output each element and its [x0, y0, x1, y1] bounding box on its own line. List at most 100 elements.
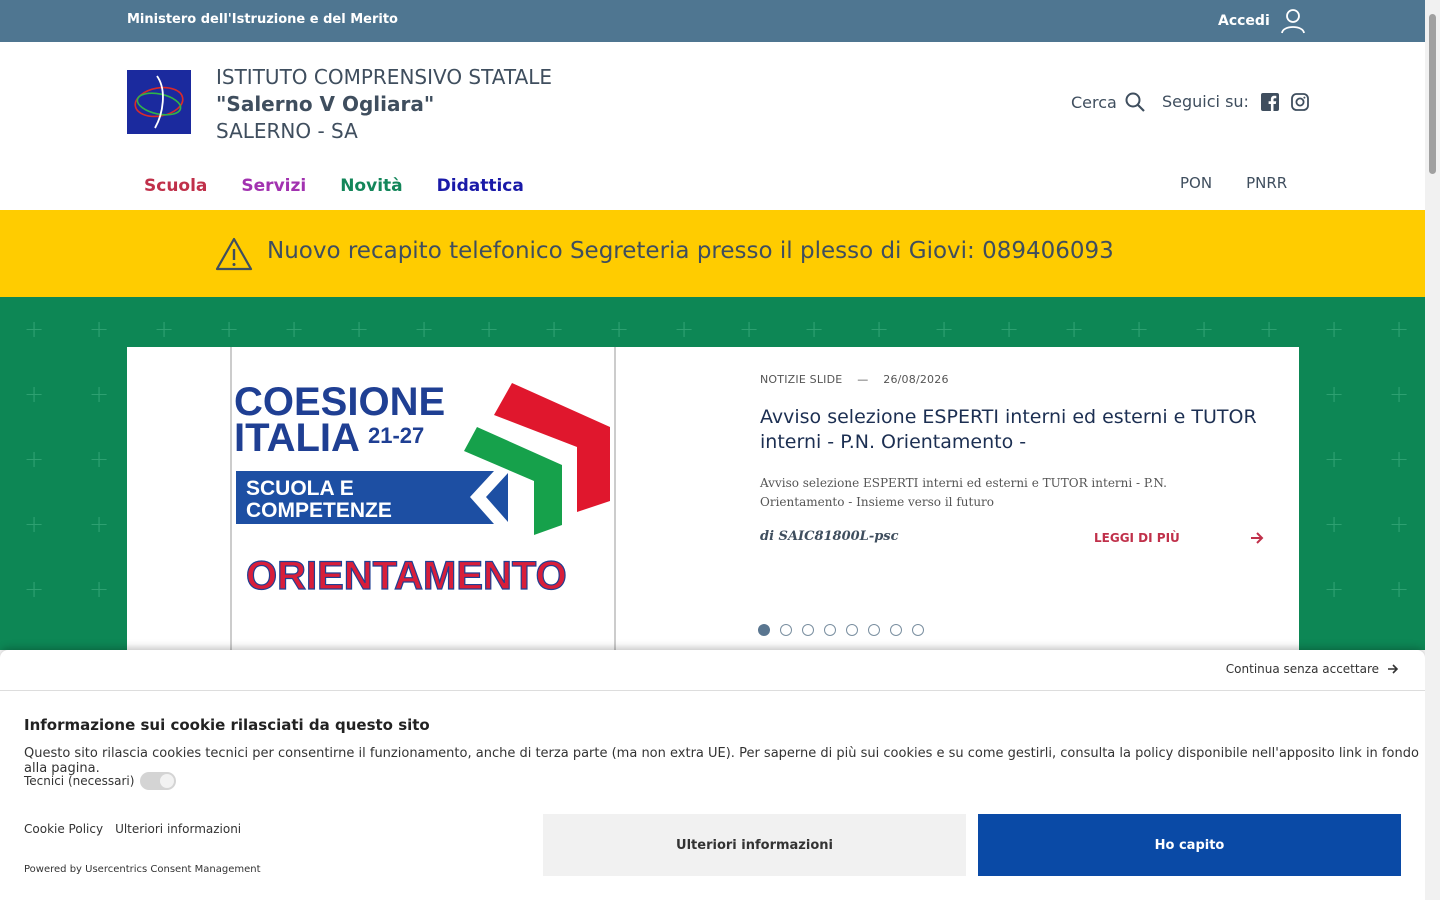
pattern-plus: + — [89, 380, 110, 408]
pattern-plus: + — [1389, 315, 1410, 343]
top-bar: Ministero dell'Istruzione e del Merito A… — [0, 0, 1425, 42]
arrow-right-icon — [1388, 664, 1399, 674]
pattern-plus: + — [219, 315, 240, 343]
school-type: ISTITUTO COMPRENSIVO STATALE — [216, 65, 553, 89]
cookie-banner: Continua senza accettare Informazione su… — [0, 650, 1425, 900]
image-line2-suffix: 21-27 — [368, 423, 424, 448]
slide-author: di SAIC81800L-psc — [760, 529, 899, 544]
logo-emblem-icon — [134, 75, 184, 129]
hero-section: ++++++++++++++++++++++++++++++++++++++++… — [0, 297, 1425, 650]
scrollbar[interactable] — [1425, 0, 1440, 900]
nav-item-didattica[interactable]: Didattica — [437, 176, 524, 196]
pattern-plus: + — [24, 510, 45, 538]
cookie-policy-link[interactable]: Cookie Policy — [24, 822, 103, 836]
slide-image[interactable]: COESIONE ITALIA 21-27 SCUOLA E COMPETENZ… — [230, 347, 616, 650]
nav-item-novita[interactable]: Novità — [340, 176, 402, 196]
pattern-plus: + — [349, 315, 370, 343]
pattern-plus: + — [1064, 315, 1085, 343]
slide-title[interactable]: Avviso selezione ESPERTI interni ed este… — [760, 405, 1260, 455]
continue-without-accepting[interactable]: Continua senza accettare — [1226, 662, 1399, 676]
coesione-orientamento-image: COESIONE ITALIA 21-27 SCUOLA E COMPETENZ… — [234, 380, 610, 599]
pattern-plus: + — [24, 380, 45, 408]
instagram-icon[interactable] — [1291, 92, 1309, 111]
slide-dot[interactable] — [868, 624, 880, 636]
ministry-link[interactable]: Ministero dell'Istruzione e del Merito — [127, 12, 398, 27]
slide-pagination — [758, 624, 924, 636]
slide-meta: NOTIZIE SLIDE — 26/08/2026 — [760, 373, 949, 386]
technical-toggle[interactable] — [140, 772, 177, 790]
arrow-right-icon — [1250, 532, 1264, 544]
scrollbar-thumb[interactable] — [1429, 14, 1436, 174]
pattern-plus: + — [609, 315, 630, 343]
follow-label: Seguici su: — [1162, 92, 1249, 111]
continue-label: Continua senza accettare — [1225, 662, 1379, 676]
pattern-plus: + — [24, 445, 45, 473]
technical-label: Tecnici (necessari) — [24, 774, 135, 788]
search-icon — [1125, 92, 1145, 112]
cookie-technical-row: Tecnici (necessari) — [24, 772, 177, 790]
slide-dot[interactable] — [802, 624, 814, 636]
pattern-plus: + — [869, 315, 890, 343]
nav-item-scuola[interactable]: Scuola — [144, 176, 207, 196]
cookie-divider — [0, 690, 1425, 691]
search-button[interactable]: Cerca — [1071, 92, 1145, 112]
pattern-plus: + — [804, 315, 825, 343]
cookie-heading: Informazione sui cookie rilasciati da qu… — [24, 716, 430, 734]
secondary-nav: PON PNRR — [1180, 174, 1287, 192]
image-box-line2: COMPETENZE — [246, 499, 392, 522]
slide-description: Avviso selezione ESPERTI interni ed este… — [760, 476, 1167, 509]
pattern-plus: + — [154, 315, 175, 343]
meta-separator: — — [846, 373, 880, 386]
school-logo[interactable] — [127, 70, 191, 134]
facebook-icon[interactable] — [1260, 92, 1279, 111]
main-nav: Scuola Servizi Novità Didattica — [144, 176, 524, 196]
cookie-body: Questo sito rilascia cookies tecnici per… — [24, 746, 1419, 776]
pattern-plus: + — [1389, 380, 1410, 408]
pattern-plus: + — [1389, 510, 1410, 538]
accept-button[interactable]: Ho capito — [978, 814, 1401, 876]
pattern-plus: + — [1194, 315, 1215, 343]
slide-dot[interactable] — [780, 624, 792, 636]
pattern-plus: + — [24, 315, 45, 343]
image-bottom: ORIENTAMENTO — [246, 554, 567, 598]
pattern-plus: + — [1324, 315, 1345, 343]
login-button[interactable]: Accedi — [1218, 8, 1306, 34]
pattern-plus: + — [934, 315, 955, 343]
alert-banner: Nuovo recapito telefonico Segreteria pre… — [0, 210, 1425, 297]
slide-dot[interactable] — [846, 624, 858, 636]
pattern-plus: + — [1389, 445, 1410, 473]
pattern-plus: + — [1324, 445, 1345, 473]
pattern-plus: + — [544, 315, 565, 343]
pattern-plus: + — [1324, 575, 1345, 603]
login-label: Accedi — [1218, 13, 1270, 29]
slide-date: 26/08/2026 — [883, 373, 949, 386]
school-title[interactable]: ISTITUTO COMPRENSIVO STATALE "Salerno V … — [216, 64, 552, 145]
nav-item-servizi[interactable]: Servizi — [241, 176, 306, 196]
site-header: ISTITUTO COMPRENSIVO STATALE "Salerno V … — [0, 42, 1425, 210]
search-label: Cerca — [1071, 92, 1117, 112]
pattern-plus: + — [414, 315, 435, 343]
pattern-plus: + — [89, 315, 110, 343]
pattern-plus: + — [1324, 380, 1345, 408]
slide-dot[interactable] — [758, 624, 770, 636]
alert-text[interactable]: Nuovo recapito telefonico Segreteria pre… — [267, 238, 1114, 264]
school-city: SALERNO - SA — [216, 119, 358, 143]
read-more-link[interactable]: LEGGI DI PIÙ — [1094, 531, 1264, 545]
more-info-button[interactable]: Ulteriori informazioni — [543, 814, 966, 876]
pattern-plus: + — [1129, 315, 1150, 343]
pattern-plus: + — [89, 510, 110, 538]
school-name: "Salerno V Ogliara" — [216, 92, 435, 116]
pattern-plus: + — [24, 575, 45, 603]
nav-item-pon[interactable]: PON — [1180, 174, 1212, 192]
slide-dot[interactable] — [912, 624, 924, 636]
pattern-plus: + — [1259, 315, 1280, 343]
slide-dot[interactable] — [890, 624, 902, 636]
more-info-link[interactable]: Ulteriori informazioni — [115, 822, 241, 836]
nav-item-pnrr[interactable]: PNRR — [1246, 174, 1287, 192]
slide-category[interactable]: NOTIZIE SLIDE — [760, 373, 842, 386]
pattern-plus: + — [674, 315, 695, 343]
pattern-plus: + — [479, 315, 500, 343]
pattern-plus: + — [999, 315, 1020, 343]
warning-icon — [215, 237, 253, 271]
slide-dot[interactable] — [824, 624, 836, 636]
